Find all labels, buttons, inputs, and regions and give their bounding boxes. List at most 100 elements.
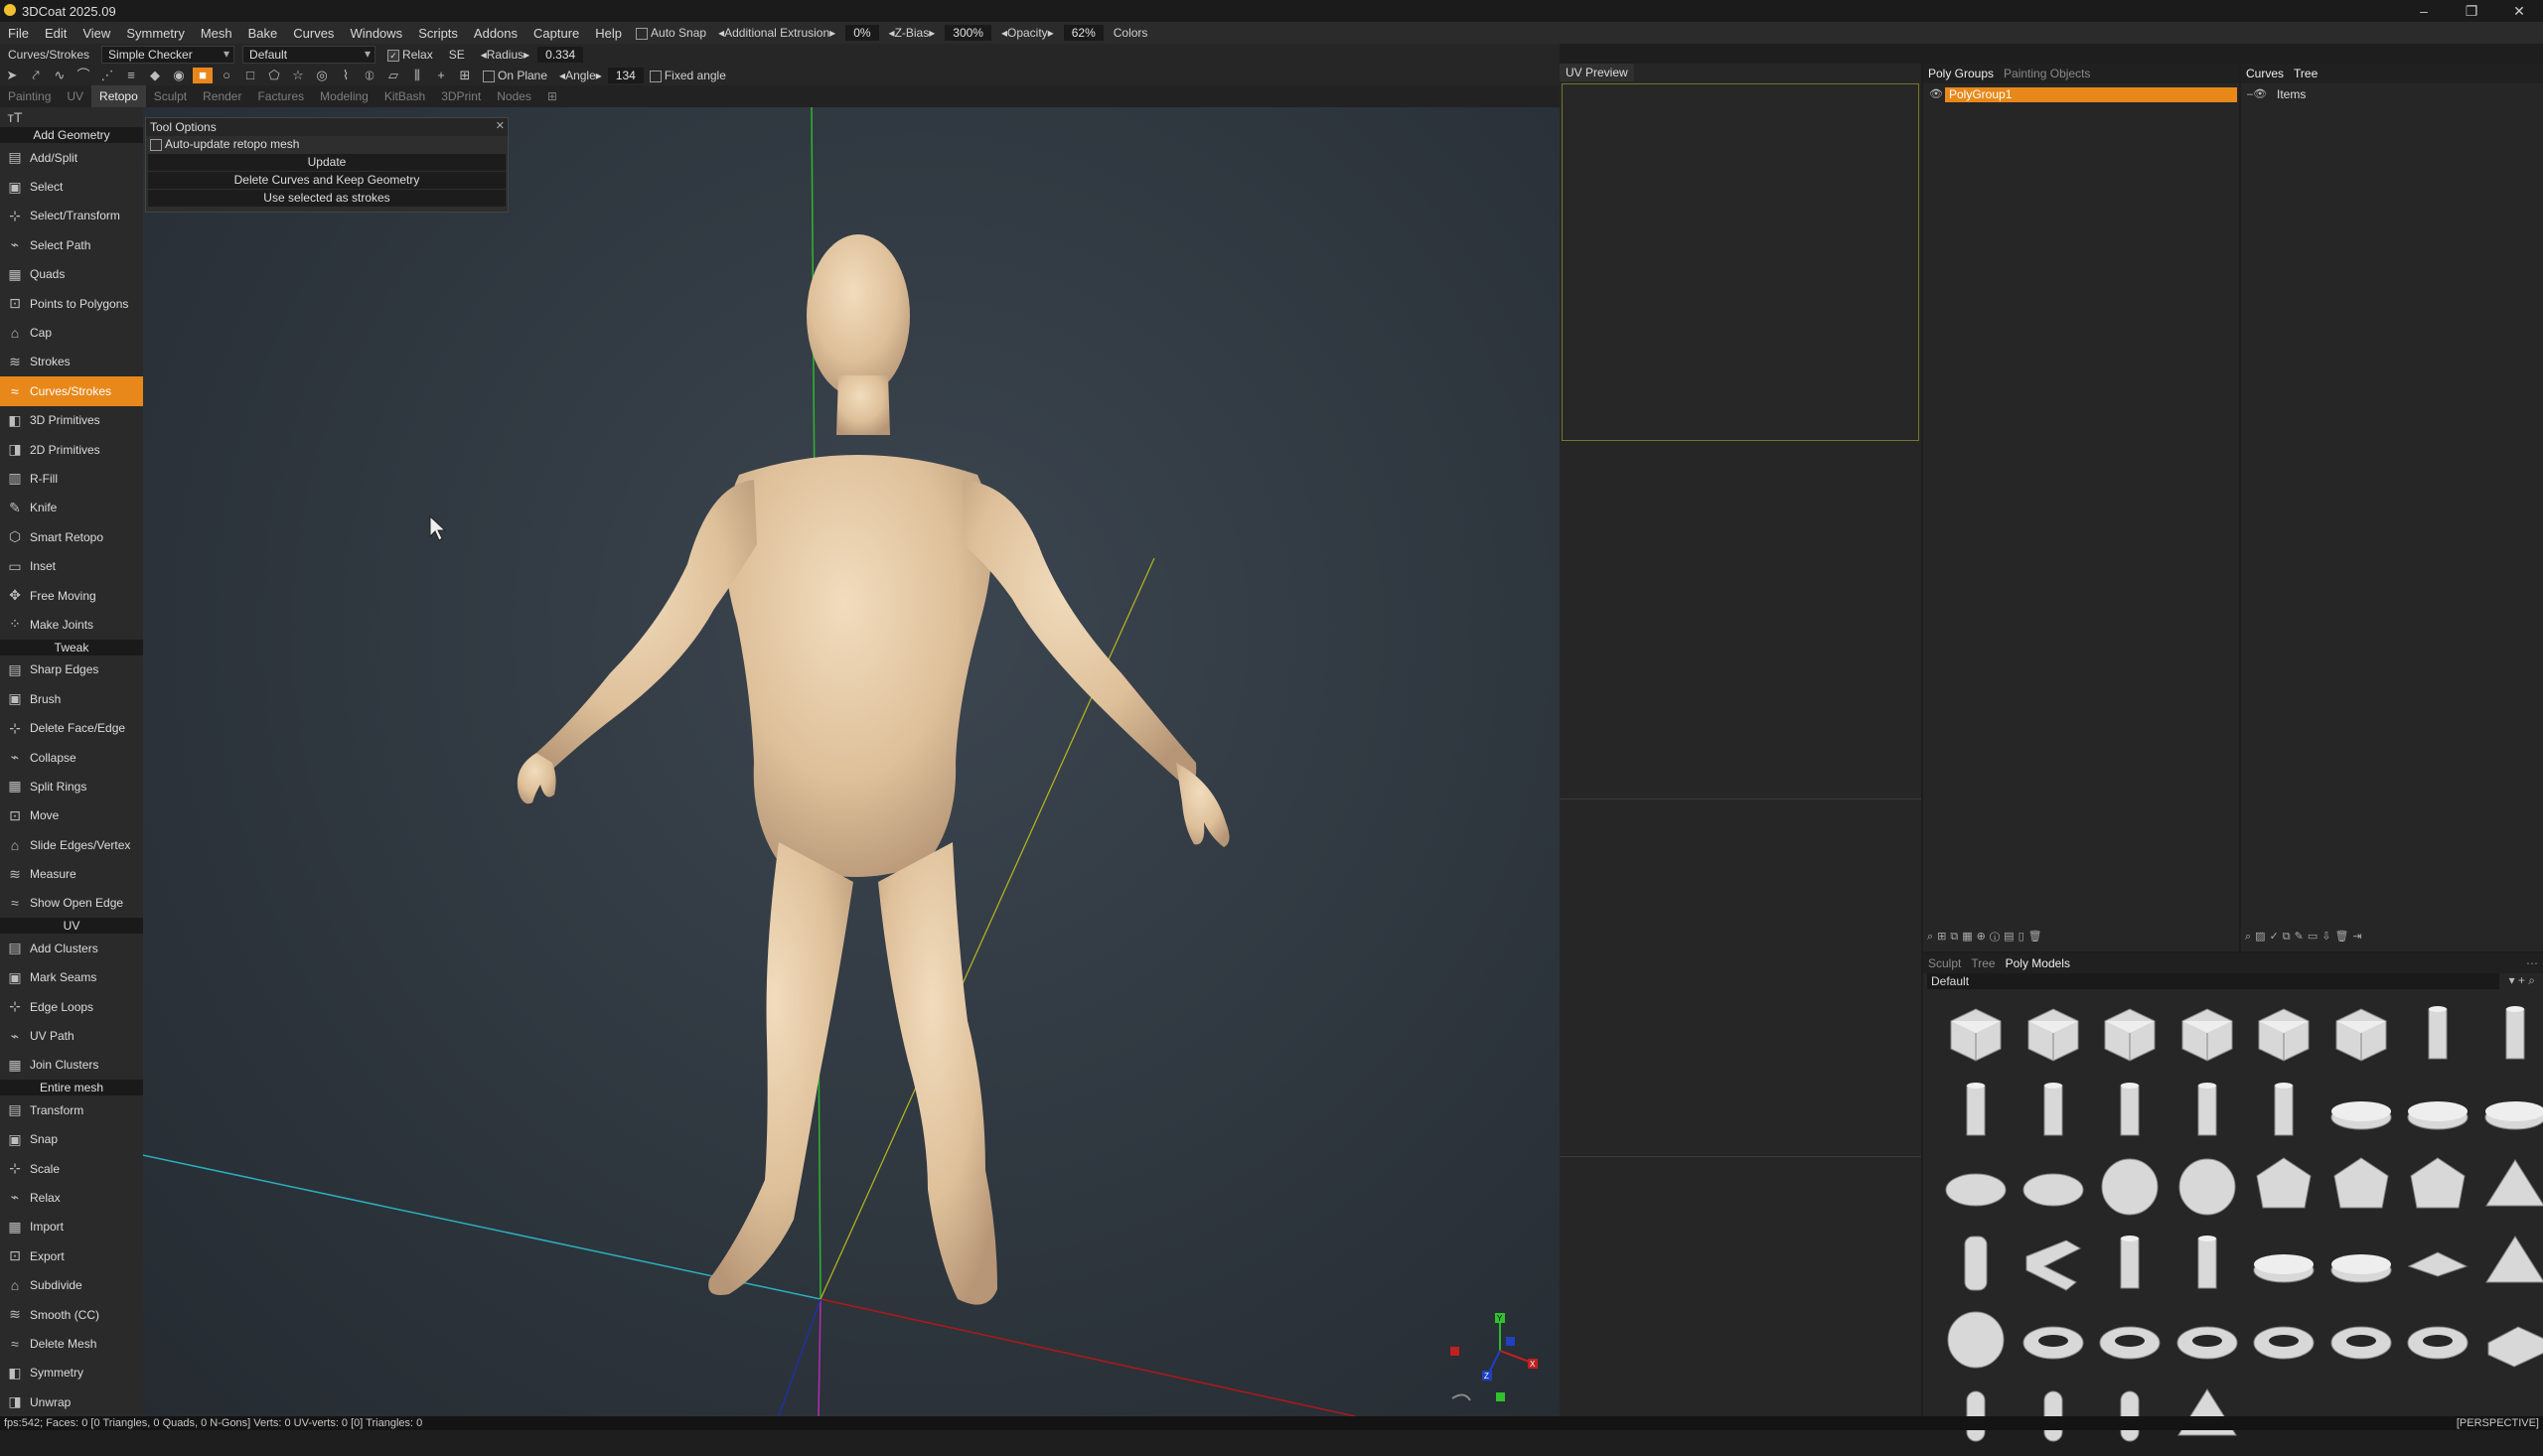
human-mesh[interactable] <box>518 234 1230 1305</box>
model-torus-thumbnail[interactable] <box>2247 1303 2320 1377</box>
tool-unwrap[interactable]: ◨Unwrap <box>0 1387 143 1416</box>
uv-preview-area[interactable] <box>1562 83 1919 441</box>
close-panel-icon[interactable]: ✕ <box>496 119 505 132</box>
model-twist-torus-thumbnail[interactable] <box>2170 1303 2244 1377</box>
tab-factures[interactable]: Factures <box>249 85 312 107</box>
tab-kitbash[interactable]: KitBash <box>376 85 433 107</box>
tab-render[interactable]: Render <box>195 85 249 107</box>
model-torus-thumbnail[interactable] <box>2017 1303 2090 1377</box>
fixed-angle-toggle[interactable]: Fixed angle <box>644 69 732 82</box>
tool-sharp-edges[interactable]: ▤Sharp Edges <box>0 655 143 684</box>
eye-icon[interactable]: 👁 <box>1929 87 1943 100</box>
text-tool-icon[interactable]: ᴛT <box>4 109 26 125</box>
folder-icon[interactable]: ▭ <box>2308 931 2321 943</box>
tool-strokes[interactable]: ≋Strokes <box>0 348 143 376</box>
colors-button[interactable]: Colors <box>1108 26 1154 40</box>
model-ring-thumbnail[interactable] <box>2401 1303 2474 1377</box>
check-icon[interactable]: ✓ <box>2270 931 2283 943</box>
model-cylinder-thumbnail[interactable] <box>2093 1074 2167 1147</box>
add-point-icon[interactable]: ⤤ <box>26 68 46 83</box>
tab-uv[interactable]: UV <box>59 85 91 107</box>
model-ring-thumbnail[interactable] <box>2324 1303 2398 1377</box>
square-icon[interactable]: □ <box>240 68 260 83</box>
menu-windows[interactable]: Windows <box>342 26 410 41</box>
menu-bake[interactable]: Bake <box>240 26 286 41</box>
tool-select-path[interactable]: ⌁Select Path <box>0 230 143 259</box>
curve-icon[interactable]: ⌒ <box>74 68 93 83</box>
model-polyhedron-thumbnail[interactable] <box>2324 1150 2398 1224</box>
delete-icon[interactable]: 🗑 <box>2028 931 2046 943</box>
new-curve-icon[interactable]: ▨ <box>2255 931 2269 943</box>
zbias-value[interactable]: 300% <box>945 25 991 41</box>
lasso-icon[interactable]: ⌇ <box>336 68 356 83</box>
export-icon[interactable]: ⇥ <box>2352 931 2365 943</box>
menu-file[interactable]: File <box>0 26 37 41</box>
model-twist-torus-thumbnail[interactable] <box>2093 1303 2167 1377</box>
file-icon[interactable]: ▯ <box>2019 931 2028 943</box>
rectangle-fill-icon[interactable]: ■ <box>193 68 213 83</box>
list-icon[interactable]: ▤ <box>2004 931 2018 943</box>
menu-capture[interactable]: Capture <box>525 26 587 41</box>
sphere-brush-icon[interactable]: ◉ <box>169 68 189 83</box>
tool-import[interactable]: ▦Import <box>0 1213 143 1241</box>
more-icon[interactable]: ⋯ <box>2521 956 2543 970</box>
tool-brush[interactable]: ▣Brush <box>0 684 143 713</box>
model-ellipsoid-thumbnail[interactable] <box>1939 1150 2013 1224</box>
model-cube-round-thumbnail[interactable] <box>2247 997 2320 1071</box>
tool-mark-seams[interactable]: ▣Mark Seams <box>0 963 143 992</box>
menu-symmetry[interactable]: Symmetry <box>118 26 193 41</box>
tool-collapse[interactable]: ⌁Collapse <box>0 743 143 772</box>
delete-curves-button[interactable]: Delete Curves and Keep Geometry <box>148 172 506 189</box>
tool-delete-mesh[interactable]: ≈Delete Mesh <box>0 1329 143 1358</box>
menu-help[interactable]: Help <box>587 26 630 41</box>
tool-transform[interactable]: ▤Transform <box>0 1095 143 1124</box>
delete-icon[interactable]: 🗑 <box>2335 931 2353 943</box>
tab-poly-models[interactable]: Poly Models <box>2001 956 2075 970</box>
radius-control[interactable]: ◂Radius▸ <box>473 48 537 62</box>
search-icon[interactable]: ⌕ <box>1927 931 1937 943</box>
import-icon[interactable]: ⇩ <box>2321 931 2334 943</box>
auto-update-toggle[interactable]: Auto-update retopo mesh <box>146 136 508 153</box>
polyline-icon[interactable]: ⋰ <box>97 68 117 83</box>
model-cube-thumbnail[interactable] <box>2093 997 2167 1071</box>
model-pyramid-thumbnail[interactable] <box>2478 1150 2543 1224</box>
search-icon[interactable]: ⌕ <box>2245 931 2255 943</box>
tool-show-open-edge[interactable]: ≈Show Open Edge <box>0 889 143 918</box>
model-disc-thumbnail[interactable] <box>2324 1074 2398 1147</box>
polygroup-item[interactable]: PolyGroup1 <box>1945 87 2237 102</box>
menu-edit[interactable]: Edit <box>37 26 75 41</box>
model-column-thumbnail[interactable] <box>2093 1227 2167 1300</box>
tool-add-clusters[interactable]: ▤Add Clusters <box>0 934 143 962</box>
grid-icon[interactable]: ▦ <box>1962 931 1976 943</box>
bars-icon[interactable]: ⫼ <box>407 68 427 83</box>
tool-scale[interactable]: ⊹Scale <box>0 1154 143 1183</box>
tool-smart-retopo[interactable]: ⬡Smart Retopo <box>0 522 143 551</box>
tool-quads[interactable]: ▦Quads <box>0 260 143 289</box>
auto-snap-checkbox[interactable] <box>636 28 648 40</box>
close-button[interactable]: ✕ <box>2495 0 2543 22</box>
additional-extrusion-control[interactable]: ◂Additional Extrusion▸ <box>712 26 841 40</box>
tool-r-fill[interactable]: ▥R-Fill <box>0 464 143 493</box>
tool-make-joints[interactable]: ⁘Make Joints <box>0 610 143 639</box>
model-disc-thumbnail[interactable] <box>2401 1074 2474 1147</box>
tool-smooth-cc[interactable]: ≋Smooth (CC) <box>0 1300 143 1329</box>
tool-slide-edges[interactable]: ⌂Slide Edges/Vertex <box>0 830 143 859</box>
spiral-icon[interactable]: ◎ <box>312 68 332 83</box>
tab-tree[interactable]: Tree <box>2289 67 2322 80</box>
tab-sculpt[interactable]: Sculpt <box>146 85 195 107</box>
model-ellipsoid-thumbnail[interactable] <box>2017 1150 2090 1224</box>
tab-retopo[interactable]: Retopo <box>91 85 146 107</box>
tool-join-clusters[interactable]: ▦Join Clusters <box>0 1051 143 1080</box>
auto-snap-toggle[interactable]: Auto Snap <box>630 26 712 40</box>
tool-free-moving[interactable]: ✥Free Moving <box>0 581 143 610</box>
tab-modeling[interactable]: Modeling <box>312 85 376 107</box>
tab-painting[interactable]: Painting <box>0 85 59 107</box>
model-coil-thumbnail[interactable] <box>1939 1227 2013 1300</box>
3d-viewport[interactable]: Y X Z <box>143 107 1560 1416</box>
spline-icon[interactable]: ∿ <box>50 68 70 83</box>
dual-circle-icon[interactable]: ⦶ <box>360 68 379 83</box>
model-cylinder-thumbnail[interactable] <box>2478 997 2543 1071</box>
model-cylinder-thumbnail[interactable] <box>2247 1074 2320 1147</box>
edit-icon[interactable]: ✎ <box>2295 931 2308 943</box>
relax-checkbox[interactable] <box>387 50 399 62</box>
